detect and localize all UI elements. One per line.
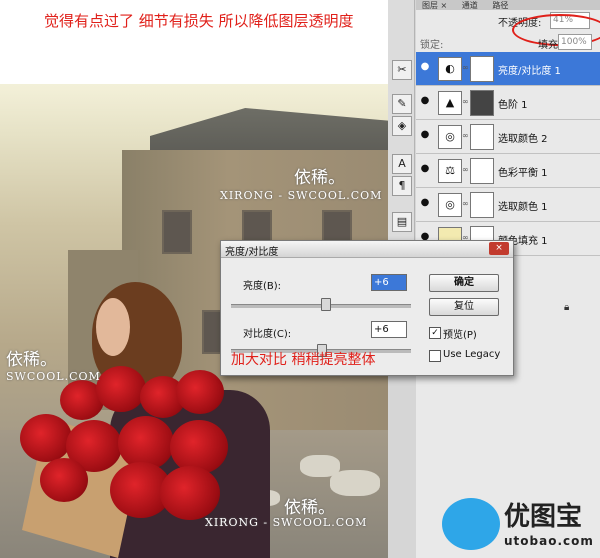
panel-tabs: 图层 × 通道 路径 (416, 0, 600, 10)
watermark-url: XIRONG - SWCOOL.COM (205, 516, 368, 529)
watermark-url: SWCOOL.COM (6, 370, 101, 383)
reset-button[interactable]: 复位 (429, 298, 499, 316)
color-balance-icon: ⚖ (438, 159, 462, 183)
bird-logo-icon (442, 498, 500, 550)
stone (330, 470, 380, 496)
layer-name: 色阶 1 (498, 100, 528, 111)
layer-mask-thumbnail[interactable] (470, 56, 494, 82)
rose (40, 458, 88, 502)
annotation-dialog-note: 加大对比 稍稍提亮整体 (231, 352, 376, 368)
layer-mask-thumbnail[interactable] (470, 192, 494, 218)
close-icon[interactable]: × (489, 242, 509, 255)
selective-color-icon: ◎ (438, 125, 462, 149)
fill-input[interactable]: 100% (558, 34, 592, 50)
brightness-input[interactable]: +6 (371, 274, 407, 291)
levels-icon: ▲ (438, 91, 462, 115)
eye-icon[interactable]: ● (419, 129, 431, 141)
layer-row[interactable]: ● ◐ ∞ 亮度/对比度 1 (416, 52, 600, 86)
brightness-label: 亮度(B): (243, 281, 282, 292)
eye-icon[interactable]: ● (419, 163, 431, 175)
preview-checkbox[interactable]: ✓ (429, 327, 441, 339)
watermark-url: XIRONG - SWCOOL.COM (220, 189, 383, 202)
legacy-label: Use Legacy (443, 349, 501, 360)
lock-icon: 🔒︎ (564, 302, 570, 313)
brightness-slider-thumb[interactable] (320, 298, 331, 311)
tools-icon[interactable]: ✂ (392, 60, 412, 80)
layer-row[interactable]: ● ◎ ∞ 选取颜色 2 (416, 120, 600, 154)
layer-row[interactable]: ● ◎ ∞ 选取颜色 1 (416, 188, 600, 222)
contrast-label: 对比度(C): (243, 329, 292, 340)
lock-row: 锁定: 填充: 100% (416, 34, 600, 51)
eye-icon[interactable]: ● (419, 95, 431, 107)
rose (96, 366, 146, 412)
chain-link-icon: ∞ (462, 131, 469, 140)
eye-icon[interactable]: ● (419, 61, 431, 73)
clone-stamp-icon[interactable]: ◈ (392, 116, 412, 136)
layer-comps-icon[interactable]: ▤ (392, 212, 412, 232)
layer-mask-thumbnail[interactable] (470, 124, 494, 150)
layer-mask-thumbnail[interactable] (470, 90, 494, 116)
dialog-titlebar[interactable]: 亮度/对比度 × (221, 241, 513, 258)
legacy-checkbox[interactable] (429, 350, 441, 362)
layer-name: 选取颜色 2 (498, 134, 548, 145)
rose (176, 370, 224, 414)
brightness-contrast-icon: ◐ (438, 57, 462, 81)
chain-link-icon: ∞ (462, 63, 469, 72)
rose (20, 414, 72, 462)
lock-label: 锁定: (420, 40, 444, 51)
watermark-text: 依稀。 (284, 498, 335, 518)
layer-mask-thumbnail[interactable] (470, 158, 494, 184)
woman-face (96, 298, 130, 356)
ok-button[interactable]: 确定 (429, 274, 499, 292)
logo-name: 优图宝 (504, 502, 583, 532)
eye-icon[interactable]: ● (419, 197, 431, 209)
paragraph-icon[interactable]: ¶ (392, 176, 412, 196)
layer-row[interactable]: ● ⚖ ∞ 色彩平衡 1 (416, 154, 600, 188)
chain-link-icon: ∞ (462, 97, 469, 106)
logo-url: utobao.com (504, 534, 594, 548)
chain-link-icon: ∞ (462, 165, 469, 174)
annotation-top-note: 觉得有点过了 细节有损失 所以降低图层透明度 (44, 12, 354, 30)
chain-link-icon: ∞ (462, 199, 469, 208)
preview-label: 预览(P) (443, 330, 477, 341)
layer-name: 选取颜色 1 (498, 202, 548, 213)
character-icon[interactable]: A (392, 154, 412, 174)
contrast-input[interactable]: +6 (371, 321, 407, 338)
layer-name: 色彩平衡 1 (498, 168, 548, 179)
watermark-text: 依稀。 (6, 350, 57, 370)
layer-row[interactable]: ● ▲ ∞ 色阶 1 (416, 86, 600, 120)
brush-icon[interactable]: ✎ (392, 94, 412, 114)
opacity-row: 不透明度: 41% (416, 10, 600, 46)
watermark-text: 依稀。 (294, 168, 345, 188)
rose (160, 466, 220, 520)
layer-name: 亮度/对比度 1 (498, 66, 561, 77)
window (162, 210, 192, 254)
brightness-contrast-dialog: 亮度/对比度 × 亮度(B): +6 对比度(C): +6 确定 复位 ✓ 预览… (220, 240, 514, 376)
selective-color-icon: ◎ (438, 193, 462, 217)
rose (170, 420, 228, 474)
dialog-title: 亮度/对比度 (225, 247, 279, 258)
